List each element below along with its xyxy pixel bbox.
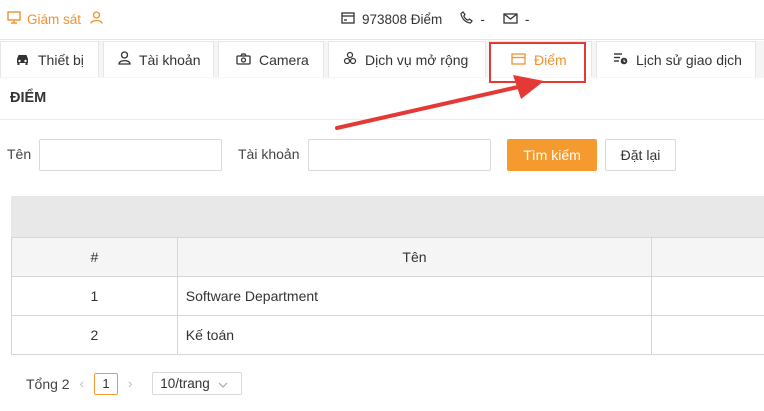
annotation-arrow	[335, 75, 544, 130]
